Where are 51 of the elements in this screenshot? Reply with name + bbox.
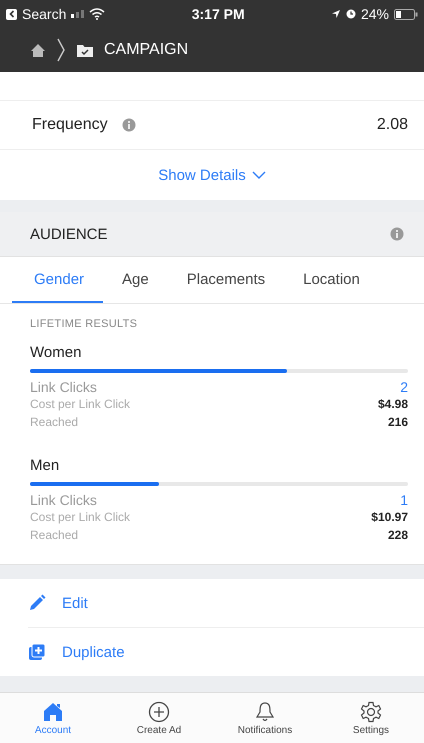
bell-icon	[254, 700, 276, 722]
group-name: Men	[30, 457, 60, 474]
settings-icon	[360, 700, 382, 722]
stat-label: Link Clicks	[30, 379, 97, 395]
stat-label: Reached	[30, 414, 78, 431]
home-icon[interactable]	[30, 42, 46, 58]
back-link[interactable]: Search	[22, 6, 66, 22]
info-icon[interactable]	[390, 227, 404, 241]
alarm-icon	[346, 9, 356, 19]
action-link[interactable]: Duplicate	[62, 644, 125, 660]
location-icon	[330, 9, 341, 19]
tab-bar-item[interactable]: Account	[0, 693, 106, 743]
folder-icon	[76, 42, 94, 58]
chevron-icon	[56, 38, 66, 62]
action-link[interactable]: Edit	[62, 594, 88, 612]
tab-bar-item[interactable]: Settings	[318, 693, 424, 743]
nav-title: CAMPAIGN	[104, 41, 188, 59]
tab-bar-item[interactable]: Notifications	[212, 693, 318, 743]
tab[interactable]: Location	[284, 257, 379, 303]
metric-value: 2.08	[376, 116, 408, 134]
chevron-down-icon	[252, 171, 266, 179]
show-details-button[interactable]: Show Details	[158, 166, 246, 184]
stat-value: 216	[388, 414, 408, 431]
info-icon[interactable]	[122, 118, 136, 132]
metric-label: Frequency	[32, 116, 108, 134]
tab[interactable]: Age	[103, 257, 168, 303]
stat-value: $4.98	[378, 396, 408, 413]
stat-label: Cost per Link Click	[30, 396, 130, 413]
back-icon[interactable]	[6, 8, 17, 20]
home-icon	[42, 700, 64, 722]
stat-value: 1	[400, 492, 408, 508]
stat-value: 2	[400, 379, 408, 395]
tab[interactable]: Placements	[168, 257, 284, 303]
stat-label: Reached	[30, 527, 78, 544]
stat-value: 228	[388, 527, 408, 544]
stat-label: Cost per Link Click	[30, 509, 130, 526]
pencil-icon	[28, 594, 46, 612]
section-caption: LIFETIME RESULTS	[30, 318, 138, 330]
battery-icon	[394, 8, 418, 20]
wifi-icon	[89, 8, 106, 20]
signal-icon	[71, 10, 84, 18]
plus-icon	[148, 700, 170, 722]
duplicate-icon	[28, 643, 46, 661]
tab-bar-item[interactable]: Create Ad	[106, 693, 212, 743]
stat-label: Link Clicks	[30, 492, 97, 508]
status-time: 3:17 PM	[192, 6, 245, 22]
tab[interactable]: Gender	[12, 257, 104, 303]
stat-value: $10.97	[371, 509, 408, 526]
battery-percent: 24%	[360, 6, 389, 22]
group-name: Women	[30, 344, 82, 361]
section-title: AUDIENCE	[30, 226, 108, 242]
